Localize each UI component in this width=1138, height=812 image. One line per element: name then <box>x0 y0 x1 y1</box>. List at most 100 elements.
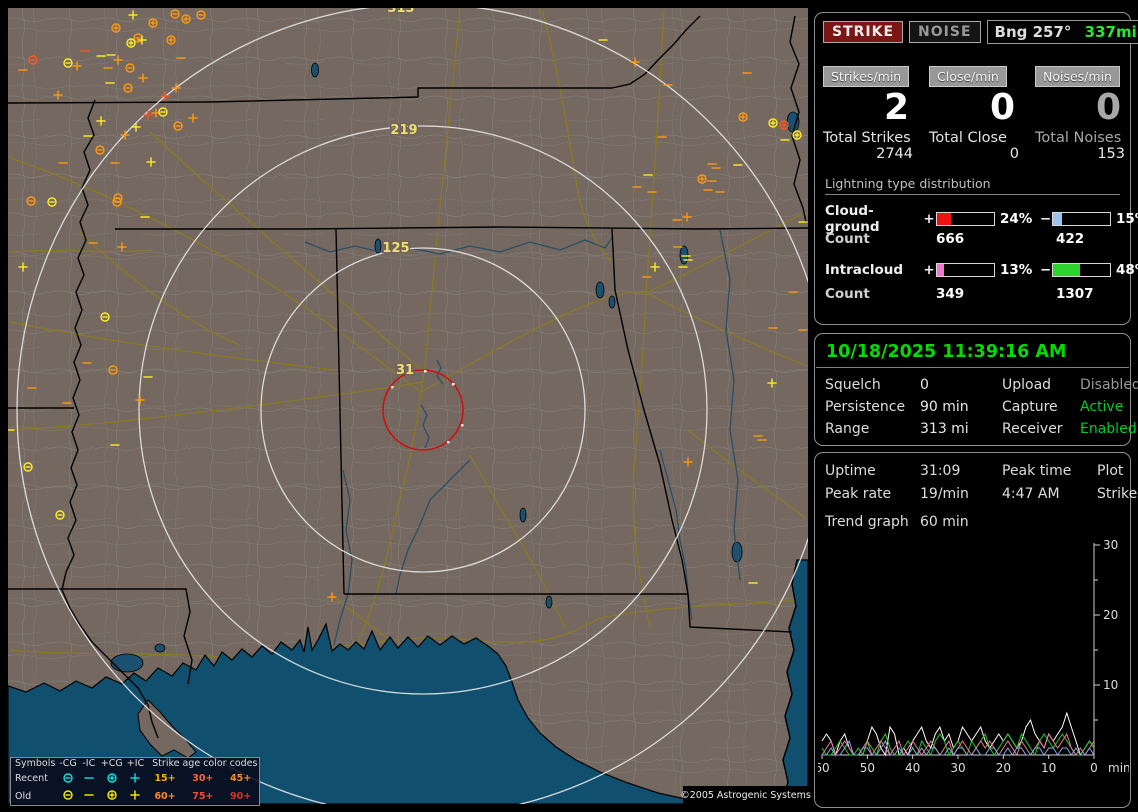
map-canvas: 31 125 219 313 <box>8 8 808 804</box>
strike-mode-button[interactable]: STRIKE <box>823 21 904 43</box>
cg-neg-count: 422 <box>1056 231 1085 248</box>
range-value: 313 mi <box>920 421 969 437</box>
total-close-label: Total Close <box>929 130 1007 147</box>
ic-neg-bar <box>1052 263 1111 278</box>
close-rate-value: 0 <box>989 87 1015 128</box>
receiver-value: Enabled <box>1080 421 1137 437</box>
svg-text:219: 219 <box>390 123 417 138</box>
noises-per-min-button[interactable]: Noises/min <box>1035 66 1120 87</box>
total-noises-label: Total Noises <box>1035 130 1122 147</box>
uptime-label: Uptime <box>825 463 876 479</box>
legend-symbol-icm <box>79 788 99 805</box>
legend-symbol-cgm <box>57 770 78 787</box>
map-legend: Symbols -CG -IC +CG +IC Strike age color… <box>10 757 260 806</box>
peak-time-value: 4:47 AM <box>1002 486 1060 502</box>
plus-sign: + <box>923 211 935 228</box>
trend-graph-value: 60 min <box>920 514 969 530</box>
legend-symbol-cgp <box>99 788 125 805</box>
app-window: { "header": { "strike_label": "STRIKE", … <box>0 0 1138 812</box>
age-code-75: 75+ <box>192 790 214 802</box>
trend-graph-label: Trend graph <box>825 514 909 530</box>
minus-sign: − <box>1039 262 1052 279</box>
cg-pos-count: 666 <box>936 231 965 248</box>
total-close-value: 0 <box>1009 146 1019 163</box>
count-label: Count <box>825 231 870 248</box>
age-code-15: 15+ <box>154 773 176 785</box>
plot-label: Plot <box>1097 463 1124 479</box>
copyright-notice: ©2005 Astrogenic Systems <box>680 786 811 805</box>
svg-text:50: 50 <box>860 761 875 775</box>
intracloud-label: Intracloud <box>825 262 904 279</box>
cloud-ground-count-row: Count 666 422 <box>825 227 1120 251</box>
peak-rate-value: 19/min <box>920 486 969 502</box>
svg-text:min: min <box>1108 761 1129 775</box>
svg-text:60: 60 <box>818 761 830 775</box>
cg-neg-percent: 15% <box>1116 211 1138 228</box>
svg-text:30: 30 <box>950 761 965 775</box>
cloud-ground-row: Cloud-ground + 24% − 15% <box>825 203 1138 235</box>
noise-mode-button[interactable]: NOISE <box>909 21 981 43</box>
legend-col-cg-pos: +CG <box>100 758 123 770</box>
distribution-title: Lightning type distribution <box>825 176 1120 196</box>
counters-panel: STRIKE NOISE Bng 257° 337mi Strikes/min … <box>814 12 1138 325</box>
capture-label: Capture <box>1002 399 1058 415</box>
ic-neg-count: 1307 <box>1056 286 1094 303</box>
ic-pos-bar <box>936 263 995 278</box>
intracloud-row: Intracloud + 13% − 48% <box>825 258 1138 282</box>
legend-col-cg-neg: -CG <box>59 758 77 770</box>
legend-old-label: Old <box>15 790 32 802</box>
svg-text:40: 40 <box>905 761 920 775</box>
age-code-60: 60+ <box>154 790 176 802</box>
squelch-label: Squelch <box>825 377 881 393</box>
uptime-value: 31:09 <box>920 463 961 479</box>
bearing-value: Bng 257° <box>994 23 1072 41</box>
svg-text:10: 10 <box>1041 761 1056 775</box>
peak-rate-label: Peak rate <box>825 486 892 502</box>
capture-value: Active <box>1080 399 1124 415</box>
receiver-label: Receiver <box>1002 421 1063 437</box>
svg-text:125: 125 <box>382 241 409 256</box>
age-code-45: 45+ <box>229 773 252 785</box>
count-label: Count <box>825 286 870 303</box>
cg-pos-percent: 24% <box>1000 211 1033 228</box>
peak-time-label: Peak time <box>1002 463 1072 479</box>
ic-pos-percent: 13% <box>1000 262 1033 279</box>
svg-text:0: 0 <box>1090 761 1098 775</box>
trend-panel: Uptime 31:09 Peak time Plot Peak rate 19… <box>814 452 1137 808</box>
plot-value: Strike <box>1097 486 1138 502</box>
svg-text:30: 30 <box>1103 538 1118 552</box>
total-noises-value: 153 <box>1097 146 1125 163</box>
legend-symbols-header: Symbols <box>15 758 56 770</box>
bearing-display: Bng 257° 337mi <box>986 20 1138 44</box>
persistence-label: Persistence <box>825 399 906 415</box>
close-per-min-button[interactable]: Close/min <box>929 66 1007 87</box>
strikes-rate-value: 2 <box>883 87 909 128</box>
squelch-value: 0 <box>920 377 929 393</box>
range-label: Range <box>825 421 870 437</box>
ic-pos-count: 349 <box>936 286 965 303</box>
intracloud-count-row: Count 349 1307 <box>825 282 1120 306</box>
legend-symbol-cgp <box>99 770 125 787</box>
upload-label: Upload <box>1002 377 1052 393</box>
plus-sign: + <box>923 262 935 279</box>
noises-rate-value: 0 <box>1095 87 1121 128</box>
svg-text:313: 313 <box>387 8 414 16</box>
svg-text:20: 20 <box>996 761 1011 775</box>
legend-symbol-cgm <box>57 788 78 805</box>
svg-text:20: 20 <box>1103 608 1118 622</box>
ic-neg-percent: 48% <box>1116 262 1138 279</box>
legend-col-ic-pos: +IC <box>126 758 145 770</box>
total-strikes-label: Total Strikes <box>823 130 911 147</box>
bearing-range-value: 337mi <box>1084 23 1137 41</box>
status-panel: 10/18/2025 11:39:16 AM Squelch 0 Upload … <box>814 333 1138 446</box>
lightning-map[interactable]: 31 125 219 313 Symbols -CG -IC +CG +IC Stri… <box>8 8 811 806</box>
legend-col-ic-neg: -IC <box>82 758 96 770</box>
age-code-30: 30+ <box>192 773 214 785</box>
upload-value: Disabled <box>1080 377 1138 393</box>
minus-sign: − <box>1039 211 1052 228</box>
svg-text:31: 31 <box>396 363 414 378</box>
strikes-per-min-button[interactable]: Strikes/min <box>823 66 910 87</box>
datetime-display: 10/18/2025 11:39:16 AM <box>816 334 1129 368</box>
persistence-value: 90 min <box>920 399 969 415</box>
cg-neg-bar <box>1052 212 1111 227</box>
